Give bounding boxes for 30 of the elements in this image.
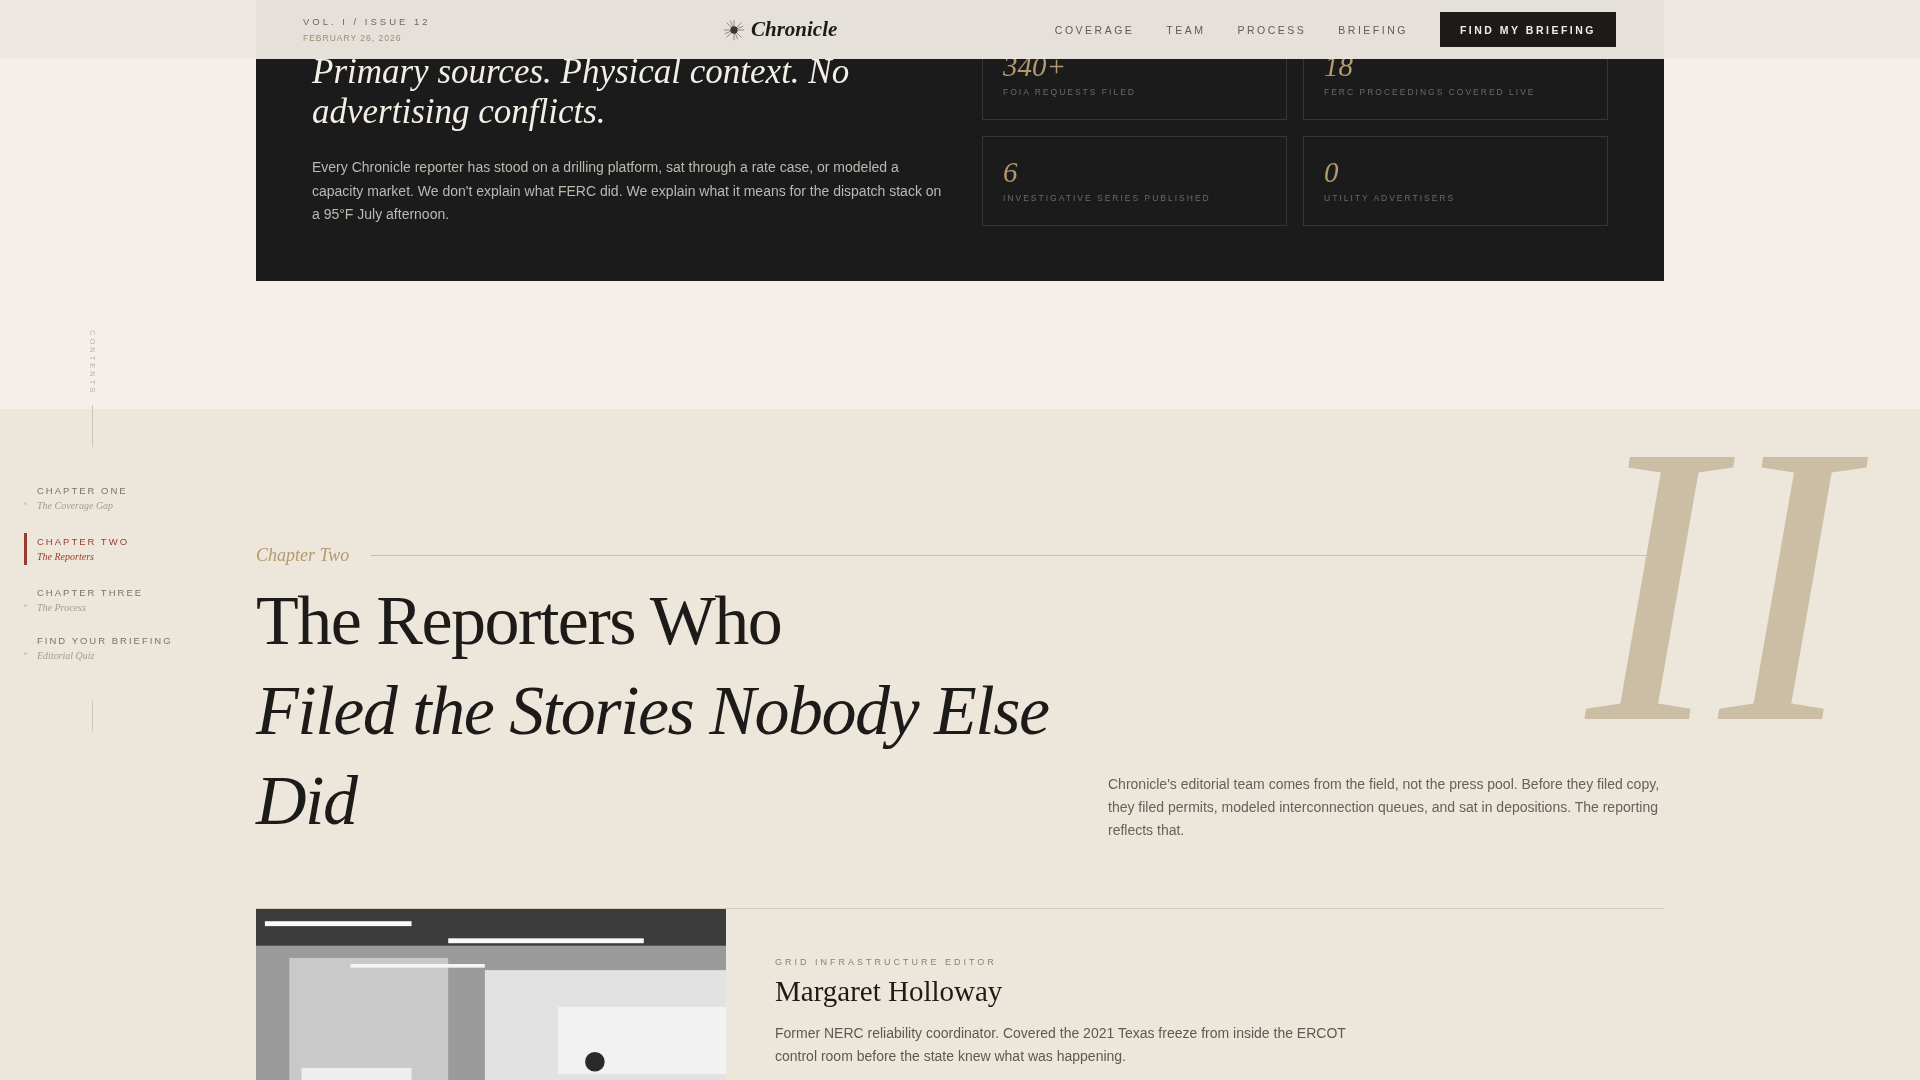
toc-item[interactable]: CHAPTER ONE The Coverage Gap (0, 485, 200, 512)
stat-label: FOIA REQUESTS FILED (1003, 87, 1137, 97)
logo-text[interactable]: Chronicle (751, 17, 838, 42)
starburst-icon (723, 18, 745, 41)
issue-label: VOL. I / ISSUE 12 (303, 16, 432, 27)
nav-link[interactable]: TEAM (1166, 23, 1206, 36)
toc-item[interactable]: CHAPTER TWO The Reporters (0, 533, 200, 566)
nav-link[interactable]: BRIEFING (1338, 23, 1408, 36)
toc-item[interactable]: FIND YOUR BRIEFING Editorial Quiz (0, 635, 200, 662)
active-marker (24, 533, 27, 566)
reporter-role: GRID INFRASTRUCTURE EDITOR (775, 957, 998, 967)
intro-headline: Primary sources. Physical context. No advertising conflicts. (312, 52, 851, 132)
stat-label: UTILITY ADVERTISERS (1324, 193, 1457, 203)
issue-date: FEBRUARY 26, 2026 (303, 33, 403, 43)
chapter-label: Chapter Two (256, 545, 350, 566)
stat-value: 18 (1324, 51, 1354, 81)
reporter-bio: Former NERC reliability coordinator. Covered the 2021 Texas freeze from inside the ERCOT control room before the state knew what was happening. (775, 1024, 1347, 1066)
stat-value: 6 (1003, 157, 1019, 187)
chapter-title: The Reporters Who Filed the Stories Nobody Else Did (256, 581, 1050, 841)
stat-label: INVESTIGATIVE SERIES PUBLISHED (1003, 193, 1212, 203)
nav-link[interactable]: PROCESS (1237, 23, 1307, 36)
stat-value: 0 (1324, 157, 1340, 187)
stat-label: FERC PROCEEDINGS COVERED LIVE (1324, 87, 1537, 97)
find-briefing-button[interactable]: FIND MY BRIEFING (1439, 12, 1616, 47)
chapter-intro: Chronicle's editorial team comes from the field, not the press pool. Before they filed copy, they filed permits, modeled interconnection queues, and sat in depositions. The reporting reflects that. (1108, 775, 1661, 840)
stat-value: 340+ (1003, 51, 1068, 81)
intro-paragraph: Every Chronicle reporter has stood on a drilling platform, sat through a rate case, or modeled a capacity market. We don't explain what FERC did. We explain what it means for the dispatch stack on a 95°F July afternoon. (312, 158, 942, 224)
nav-link[interactable]: COVERAGE (1054, 23, 1135, 36)
reporter-name: Margaret Holloway (775, 975, 1004, 1008)
toc-item[interactable]: CHAPTER THREE The Process (0, 587, 200, 614)
